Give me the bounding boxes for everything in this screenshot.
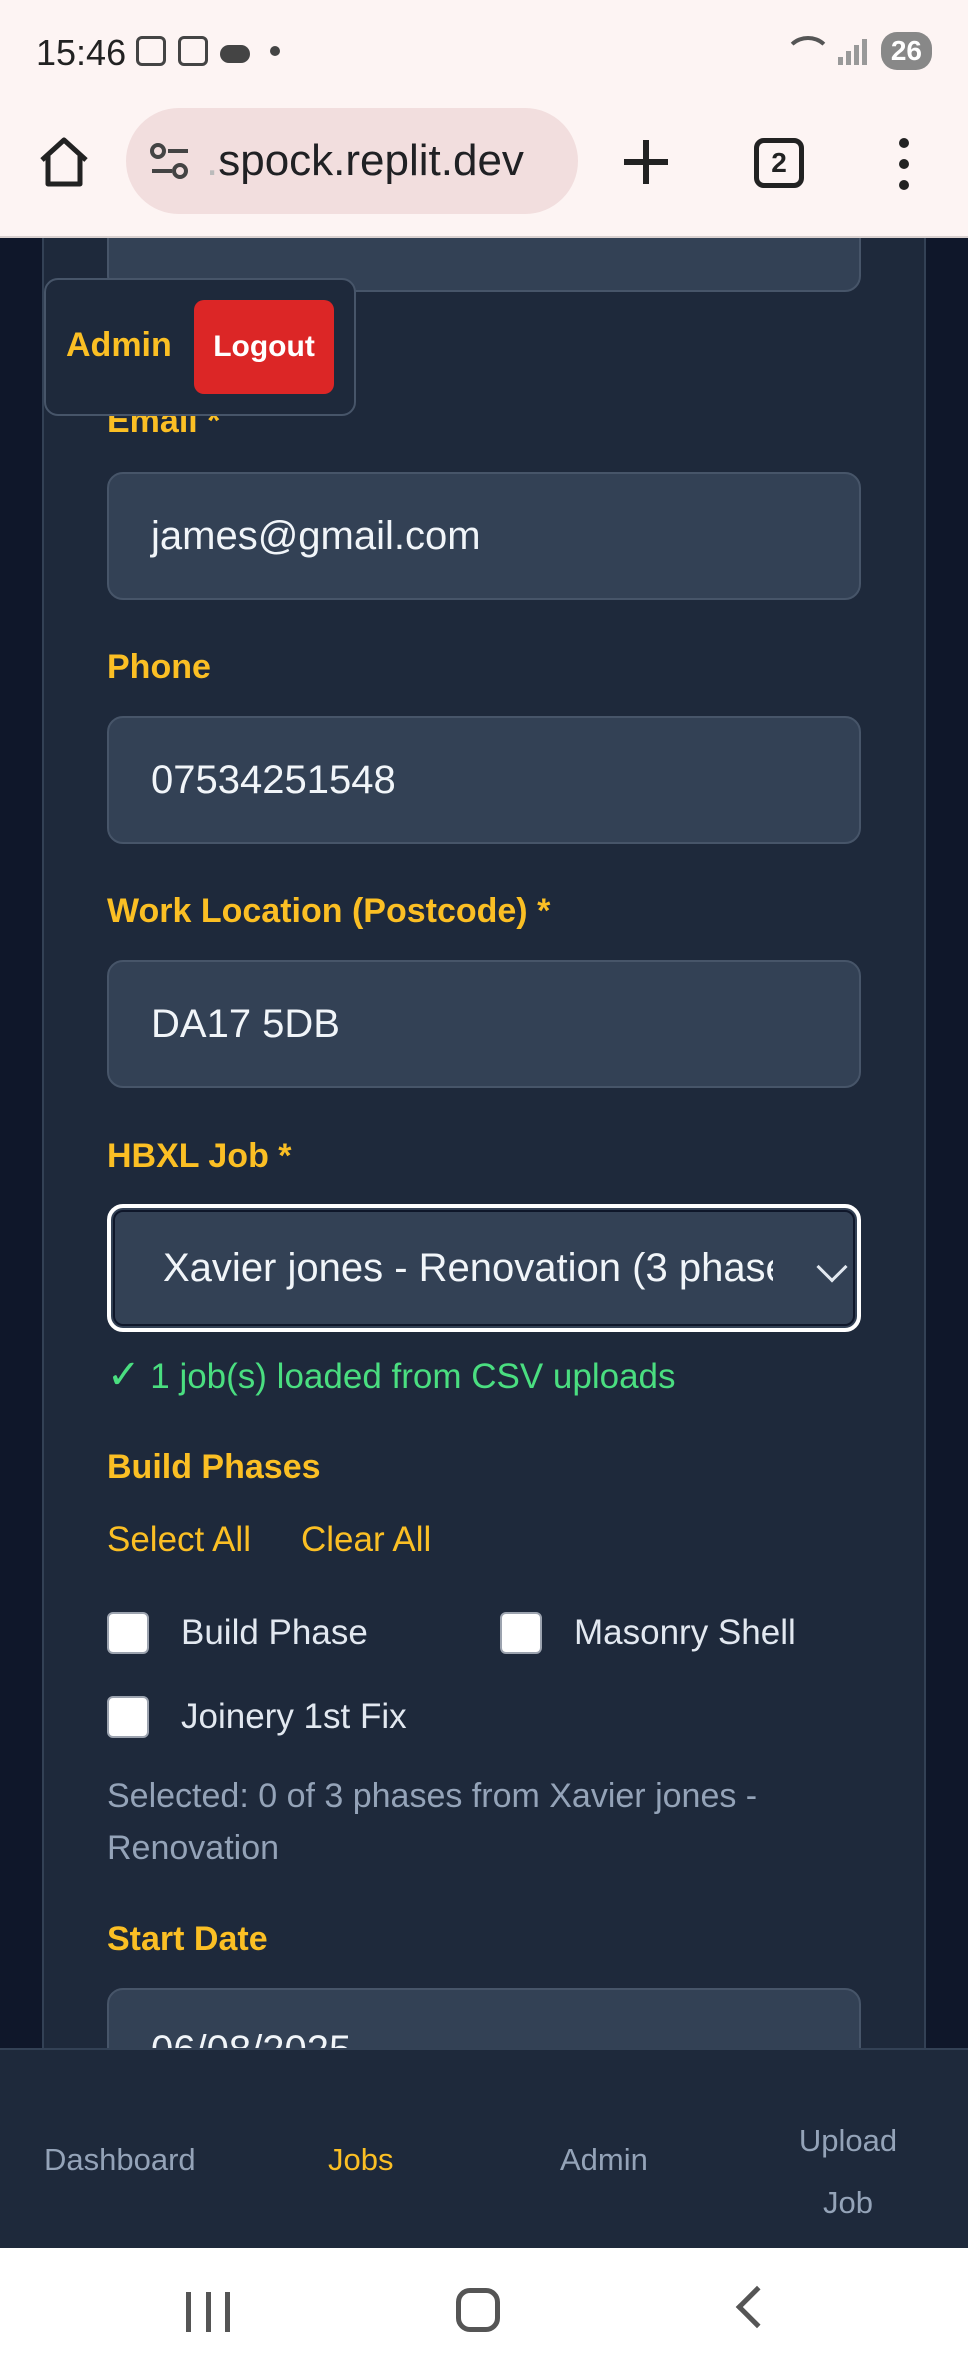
build-phases-label: Build Phases: [107, 1448, 321, 1486]
logout-button[interactable]: Logout: [194, 300, 334, 394]
system-navigation-bar: [0, 2248, 968, 2376]
phase-label: Joinery 1st Fix: [181, 1697, 407, 1736]
status-time: 15:46: [36, 32, 127, 73]
hbxl-job-selected: Xavier jones - Renovation (3 phases): [163, 1245, 773, 1290]
phase-option[interactable]: Build Phase: [107, 1612, 368, 1654]
battery-indicator: 26: [880, 32, 932, 70]
browser-home-button[interactable]: [36, 134, 92, 190]
url-domain: spock.replit.dev: [218, 136, 524, 185]
start-date-label: Start Date: [107, 1920, 268, 1958]
phone-label: Phone: [107, 648, 211, 686]
tab-switcher-button[interactable]: 2: [754, 138, 804, 188]
more-notifications-dot-icon: [270, 46, 280, 56]
jobs-loaded-status: ✓ 1 job(s) loaded from CSV uploads: [107, 1352, 676, 1398]
bottom-nav: Dashboard Jobs Admin Upload Job: [0, 2048, 968, 2248]
back-button[interactable]: [735, 2285, 779, 2329]
phase-checkbox[interactable]: [107, 1612, 149, 1654]
phase-label: Build Phase: [181, 1613, 368, 1652]
nav-jobs[interactable]: Jobs: [328, 2142, 393, 2178]
nav-dashboard[interactable]: Dashboard: [44, 2142, 196, 2178]
phone-field[interactable]: 07534251548: [107, 716, 861, 844]
admin-user-box: Admin Logout: [44, 278, 356, 416]
hbxl-job-label: HBXL Job *: [107, 1137, 292, 1175]
phase-option[interactable]: Joinery 1st Fix: [107, 1696, 407, 1738]
email-field[interactable]: james@gmail.com: [107, 472, 861, 600]
work-location-field[interactable]: DA17 5DB: [107, 960, 861, 1088]
start-date-field[interactable]: 06/08/2025: [107, 1988, 861, 2048]
browser-menu-button[interactable]: [894, 138, 914, 190]
jobs-loaded-text: 1 job(s) loaded from CSV uploads: [150, 1357, 676, 1396]
phase-checkbox[interactable]: [107, 1696, 149, 1738]
status-notification-icons: [136, 36, 280, 66]
browser-toolbar: .spock.replit.dev 2: [0, 104, 968, 238]
site-settings-icon[interactable]: [148, 141, 192, 181]
phases-selected-summary: Selected: 0 of 3 phases from Xavier jone…: [107, 1777, 758, 1867]
hbxl-job-select[interactable]: Xavier jones - Renovation (3 phases): [107, 1204, 861, 1332]
system-home-button[interactable]: [456, 2288, 500, 2332]
status-bar: 15:46 26: [0, 0, 968, 104]
nav-admin[interactable]: Admin: [560, 2142, 648, 2178]
status-system-icons: 26: [783, 32, 932, 70]
app-viewport: Email * james@gmail.com Phone 0753425154…: [0, 238, 968, 2048]
recent-apps-button[interactable]: [186, 2292, 230, 2332]
nav-upload-job[interactable]: Upload Job: [788, 2110, 908, 2234]
chevron-down-icon: [816, 1251, 848, 1283]
phase-checkbox[interactable]: [500, 1612, 542, 1654]
address-bar[interactable]: .spock.replit.dev: [126, 108, 578, 214]
home-icon: [40, 137, 88, 187]
recents-icon: [186, 2292, 191, 2332]
checkmark-icon: ✓: [107, 1353, 141, 1397]
wifi-icon: [783, 36, 832, 66]
app-notification-icon: [178, 36, 208, 66]
url-prefix: .: [206, 136, 219, 185]
screenshot-icon: [136, 36, 166, 66]
select-all-button[interactable]: Select All: [107, 1520, 251, 1560]
phase-option[interactable]: Masonry Shell: [500, 1612, 796, 1654]
work-location-label: Work Location (Postcode) *: [107, 892, 551, 930]
cloud-icon: [220, 45, 250, 63]
admin-role-label: Admin: [66, 326, 172, 364]
new-tab-button[interactable]: [616, 132, 676, 192]
more-vert-icon: [899, 138, 909, 148]
signal-icon: [837, 37, 867, 65]
clear-all-button[interactable]: Clear All: [301, 1520, 431, 1560]
url-text: .spock.replit.dev: [206, 136, 524, 186]
phase-label: Masonry Shell: [574, 1613, 796, 1652]
